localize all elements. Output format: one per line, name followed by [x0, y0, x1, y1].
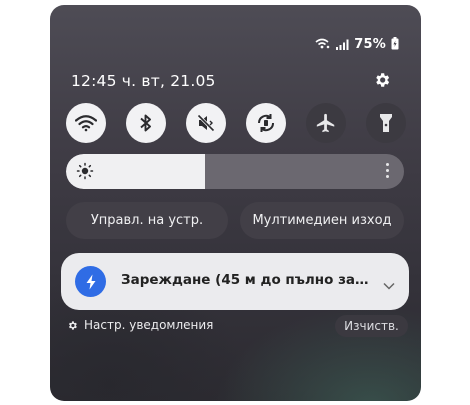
bluetooth-icon: [140, 114, 151, 132]
quick-panel: 75% 12:45 ч. вт, 21.05 Управл. на устр. …: [50, 5, 421, 401]
airplane-icon: [316, 113, 335, 133]
notification-settings-label: Настр. уведомления: [84, 318, 214, 332]
auto-rotate-toggle[interactable]: [246, 103, 286, 143]
gear-small-icon: [68, 320, 77, 330]
wifi-toggle[interactable]: [66, 103, 106, 143]
battery-charging-icon: [391, 35, 399, 54]
date-time: 12:45 ч. вт, 21.05: [71, 72, 216, 90]
notification-settings-link[interactable]: Настр. уведомления: [67, 318, 213, 332]
mute-icon: [197, 114, 215, 132]
gear-icon: [376, 73, 390, 87]
notification-text: Зареждане (45 м до пълно зареждан...: [121, 272, 376, 288]
brightness-slider[interactable]: [66, 154, 404, 189]
charging-notification[interactable]: Зареждане (45 м до пълно зареждан...: [61, 253, 409, 310]
quick-toggles: [66, 103, 406, 143]
battery-percent: 75%: [354, 37, 386, 52]
clear-button[interactable]: Изчиств.: [335, 315, 408, 337]
media-output-button[interactable]: Мултимедиен изход: [240, 202, 404, 239]
bluetooth-toggle[interactable]: [126, 103, 166, 143]
rotate-icon: [257, 114, 275, 132]
flashlight-icon: [380, 114, 392, 132]
sound-toggle[interactable]: [186, 103, 226, 143]
settings-button[interactable]: [371, 69, 393, 91]
device-control-button[interactable]: Управл. на устр.: [66, 202, 228, 239]
brightness-more-icon[interactable]: [386, 163, 389, 178]
airplane-toggle[interactable]: [306, 103, 346, 143]
flashlight-toggle[interactable]: [366, 103, 406, 143]
wifi-calling-icon: [315, 35, 331, 54]
status-bar: 75%: [315, 35, 399, 54]
wifi-icon: [75, 115, 97, 132]
sun-icon: [76, 162, 94, 184]
chevron-down-icon[interactable]: [383, 275, 395, 294]
signal-icon: [336, 35, 349, 54]
charging-bolt-icon: [75, 266, 106, 297]
